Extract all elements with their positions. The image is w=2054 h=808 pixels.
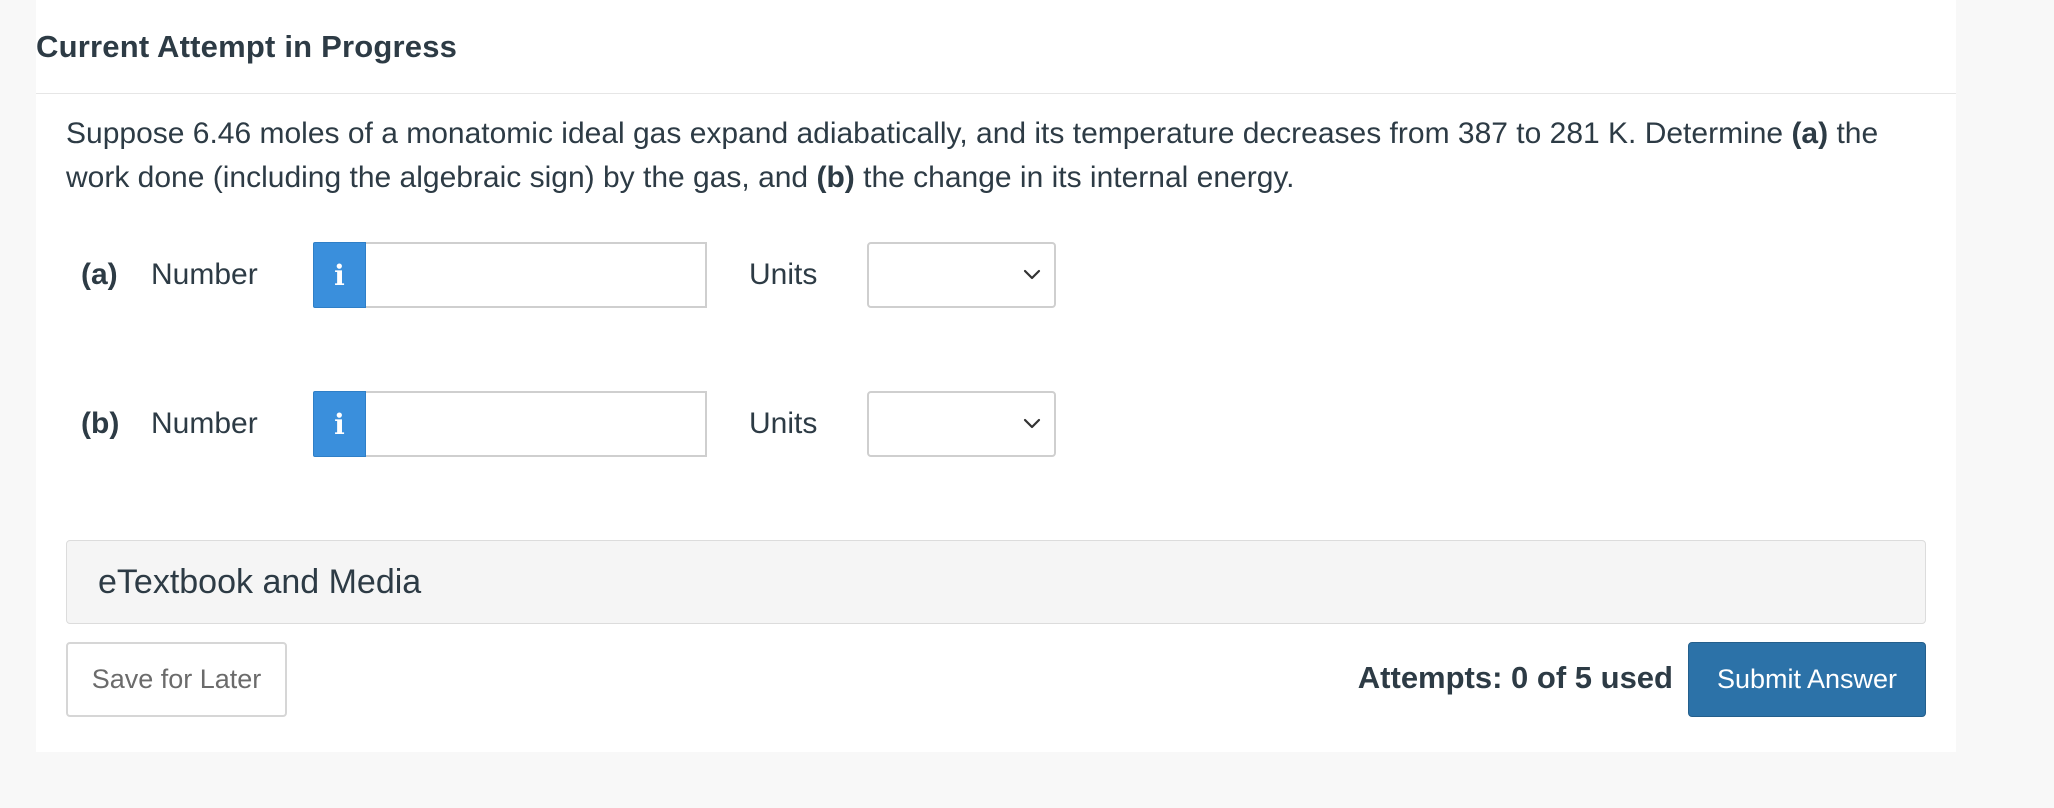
submit-answer-button[interactable]: Submit Answer [1688,642,1926,717]
question-text: Suppose 6.46 moles of a monatomic ideal … [66,112,1946,200]
etextbook-label: eTextbook and Media [98,562,422,601]
question-text-part-3: the change in its internal energy. [854,161,1295,194]
chevron-down-icon [1023,418,1041,429]
info-icon-glyph: i [334,258,345,292]
answer-row-b: (b) Number i Units [81,391,1056,457]
units-select-a[interactable] [867,242,1056,308]
units-label: Units [749,258,818,291]
part-a-marker: (a) [1791,117,1829,150]
number-input-a[interactable] [366,242,707,308]
info-icon[interactable]: i [313,391,366,457]
attempts-counter: Attempts: 0 of 5 used [1357,660,1673,695]
number-label: Number [151,407,258,440]
units-select-b[interactable] [867,391,1056,457]
number-label: Number [151,258,258,291]
question-text-part-1: Suppose 6.46 moles of a monatomic ideal … [66,117,1792,150]
etextbook-media-panel[interactable]: eTextbook and Media [66,540,1926,624]
card-header: Current Attempt in Progress [36,0,1956,94]
save-for-later-button[interactable]: Save for Later [66,642,287,717]
part-b-marker: (b) [816,161,855,194]
info-icon-glyph: i [334,407,345,441]
number-input-b[interactable] [366,391,707,457]
part-label: (a) [81,258,118,291]
info-icon[interactable]: i [313,242,366,308]
units-label: Units [749,407,818,440]
chevron-down-icon [1023,269,1041,280]
question-card: Current Attempt in Progress Suppose 6.46… [36,0,1956,752]
page-title: Current Attempt in Progress [36,28,458,64]
part-label: (b) [81,407,120,440]
answer-row-a: (a) Number i Units [81,242,1056,308]
